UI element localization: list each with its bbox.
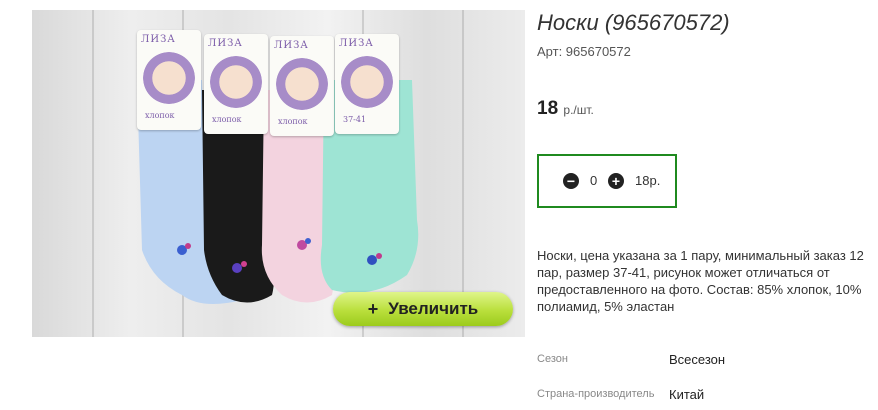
- quantity-selector: − 0 + 18р.: [537, 154, 677, 208]
- plus-icon: +: [367, 298, 379, 319]
- property-key: Страна-производитель: [537, 388, 655, 400]
- brand-logo: ЛИЗА: [141, 34, 176, 45]
- minus-circle-icon[interactable]: −: [563, 173, 579, 189]
- product-price: 18 р./шт.: [537, 98, 594, 120]
- plus-circle-icon[interactable]: +: [608, 173, 624, 189]
- package-label-1: ЛИЗА хлопок: [137, 30, 201, 130]
- property-key: Сезон: [537, 353, 568, 365]
- package-label-3: ЛИЗА хлопок: [270, 36, 334, 136]
- property-value: Всесезон: [669, 351, 726, 367]
- zoom-button-label: Увеличить: [388, 299, 479, 318]
- product-title: Носки (965670572): [537, 10, 730, 35]
- property-value: Китай: [669, 386, 705, 402]
- package-label-2: ЛИЗА хлопок: [204, 34, 268, 134]
- price-unit: р./шт.: [563, 103, 594, 117]
- property-row-country: Страна-производитель Китай: [537, 378, 867, 410]
- package-label-4: ЛИЗА 37-41: [335, 34, 399, 134]
- product-properties: Сезон Всесезон Страна-производитель Кита…: [537, 344, 867, 410]
- product-description: Носки, цена указана за 1 пару, минимальн…: [537, 248, 864, 314]
- property-row-season: Сезон Всесезон: [537, 344, 867, 374]
- zoom-button[interactable]: + Увеличить: [333, 292, 513, 326]
- quantity-sum: 18р.: [635, 173, 661, 188]
- product-sku: Арт: 965670572: [537, 44, 631, 59]
- quantity-value[interactable]: 0: [590, 173, 597, 188]
- price-value: 18: [537, 98, 559, 119]
- product-photo[interactable]: ЛИЗА хлопок ЛИЗА хлопок ЛИЗА хлопок ЛИЗА…: [32, 10, 525, 337]
